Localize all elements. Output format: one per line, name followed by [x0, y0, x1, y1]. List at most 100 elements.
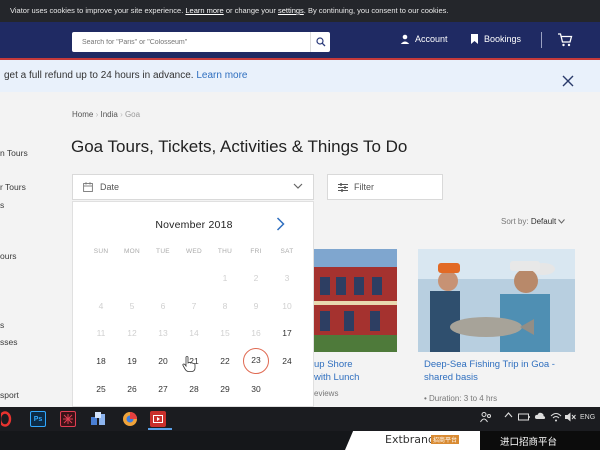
calendar-day: 10: [282, 301, 292, 311]
calendar-day[interactable]: 28: [179, 384, 209, 394]
search-icon: [315, 37, 325, 47]
breadcrumb-home[interactable]: Home: [72, 110, 93, 119]
cookie-learn-more-link[interactable]: Learn more: [185, 6, 223, 15]
calendar-day: 7: [191, 301, 197, 311]
sidebar-category-item[interactable]: s: [0, 320, 4, 330]
filter-icon: [338, 182, 348, 192]
calendar-day[interactable]: 30: [241, 384, 271, 394]
fishing-photo: [418, 249, 575, 352]
sidebar-category-item[interactable]: sses: [0, 337, 17, 347]
calendar-day[interactable]: 18: [86, 356, 116, 366]
product-title[interactable]: Deep-Sea Fishing Trip in Goa - shared ba…: [424, 358, 555, 384]
calendar-day: 3: [284, 273, 290, 283]
product-image[interactable]: [314, 249, 397, 352]
product-title-line: up Shore: [314, 359, 353, 370]
calendar-day: 12: [127, 328, 137, 338]
page-title: Goa Tours, Tickets, Activities & Things …: [71, 137, 408, 156]
sidebar-category-item[interactable]: s: [0, 200, 4, 210]
browser-icon[interactable]: [122, 411, 138, 427]
calendar-icon: [83, 182, 93, 192]
language-indicator[interactable]: ENG: [580, 414, 595, 421]
sort-dropdown[interactable]: Sort by: Default: [501, 217, 566, 226]
calendar-weekday-label: THU: [217, 248, 233, 255]
calendar-weekday-label: TUE: [156, 248, 170, 255]
site-header: Account Bookings: [0, 22, 600, 58]
product-reviews: eviews: [314, 389, 339, 398]
product-title-line: with Lunch: [314, 372, 360, 383]
cookie-text-c: . By continuing, you consent to our cook…: [303, 6, 449, 15]
battery-icon[interactable]: [518, 413, 530, 423]
bookings-button[interactable]: Bookings: [470, 34, 521, 44]
calendar-day: 4: [98, 301, 104, 311]
calendar-weekday-label: WED: [185, 248, 203, 255]
wifi-icon[interactable]: [550, 412, 562, 424]
sidebar-category-item[interactable]: n Tours: [0, 148, 28, 158]
opera-icon[interactable]: [0, 411, 16, 427]
calendar-day[interactable]: 25: [86, 384, 116, 394]
calendar-day: 15: [220, 328, 230, 338]
network-app-icon[interactable]: [90, 411, 106, 427]
cookie-text-b: or change your: [223, 6, 278, 15]
watermark-brand: Extbrand: [385, 433, 435, 446]
calendar-day: 16: [251, 328, 261, 338]
taskbar-active-indicator: [148, 428, 172, 430]
calendar-day: 14: [189, 328, 199, 338]
calendar-day[interactable]: 26: [117, 384, 147, 394]
duration-text: Duration: 3 to 4 hrs: [429, 394, 498, 403]
calendar-day[interactable]: 19: [117, 356, 147, 366]
calendar-day: 5: [129, 301, 135, 311]
filter-button[interactable]: Filter: [327, 174, 443, 200]
browser-viewport: Viator uses cookies to improve your site…: [0, 0, 600, 407]
watermark-text: 进口招商平台: [500, 437, 558, 448]
calendar-day[interactable]: 27: [148, 384, 178, 394]
calendar-day[interactable]: 20: [148, 356, 178, 366]
watermark-tag: 招商平台: [431, 435, 460, 444]
bookmark-icon: [471, 34, 478, 44]
speaker-muted-icon[interactable]: [565, 412, 576, 424]
photoshop-label: Ps: [33, 415, 43, 423]
sidebar-category-item[interactable]: ours: [0, 251, 17, 261]
sort-label: Sort by:: [501, 217, 529, 226]
calendar-day: 11: [96, 328, 106, 338]
windows-taskbar: Ps ENG: [0, 407, 600, 431]
cart-button[interactable]: [557, 33, 573, 52]
calendar-day: 8: [222, 301, 228, 311]
sidebar-category-item[interactable]: sport: [0, 390, 19, 400]
chevron-down-icon: [558, 219, 566, 224]
people-icon[interactable]: [480, 411, 492, 425]
account-button[interactable]: Account: [400, 34, 448, 44]
calendar-day[interactable]: 24: [272, 356, 302, 366]
chevron-up-icon[interactable]: [504, 412, 513, 420]
app-icon[interactable]: [60, 411, 76, 427]
close-icon: [562, 75, 574, 87]
breadcrumb: Home › India › Goa: [72, 110, 141, 119]
next-month-button[interactable]: [276, 217, 285, 236]
calendar-day-selected[interactable]: 23: [243, 348, 269, 374]
search-button[interactable]: [310, 32, 330, 52]
chevron-right-icon: [276, 217, 285, 231]
photoshop-icon[interactable]: Ps: [30, 411, 46, 427]
calendar-day: 9: [253, 301, 259, 311]
date-picker-dropdown[interactable]: Date: [72, 174, 314, 200]
product-title-line: shared basis: [424, 372, 478, 383]
sidebar-category-item[interactable]: r Tours: [0, 182, 26, 192]
product-duration: • Duration: 3 to 4 hrs: [424, 394, 498, 403]
date-label: Date: [100, 182, 120, 192]
calendar-day[interactable]: 22: [210, 356, 240, 366]
calendar-year: 2018: [208, 219, 233, 231]
calendar-day[interactable]: 17: [272, 328, 302, 338]
breadcrumb-india[interactable]: India: [100, 110, 117, 119]
calendar-day[interactable]: 29: [210, 384, 240, 394]
product-title[interactable]: up Shore with Lunch: [314, 358, 359, 384]
refund-learn-more-link[interactable]: Learn more: [196, 70, 247, 81]
cookie-settings-link[interactable]: settings: [278, 6, 304, 15]
product-image[interactable]: [418, 249, 575, 352]
cloud-icon[interactable]: [534, 411, 546, 423]
cookie-text-a: Viator uses cookies to improve your site…: [10, 6, 186, 15]
cart-icon: [558, 33, 573, 47]
search-input[interactable]: [72, 32, 308, 52]
banner-close-button[interactable]: [562, 69, 574, 101]
video-app-icon[interactable]: [150, 411, 166, 427]
refund-banner: get a full refund up to 24 hours in adva…: [0, 60, 600, 92]
calendar-day: 13: [158, 328, 168, 338]
